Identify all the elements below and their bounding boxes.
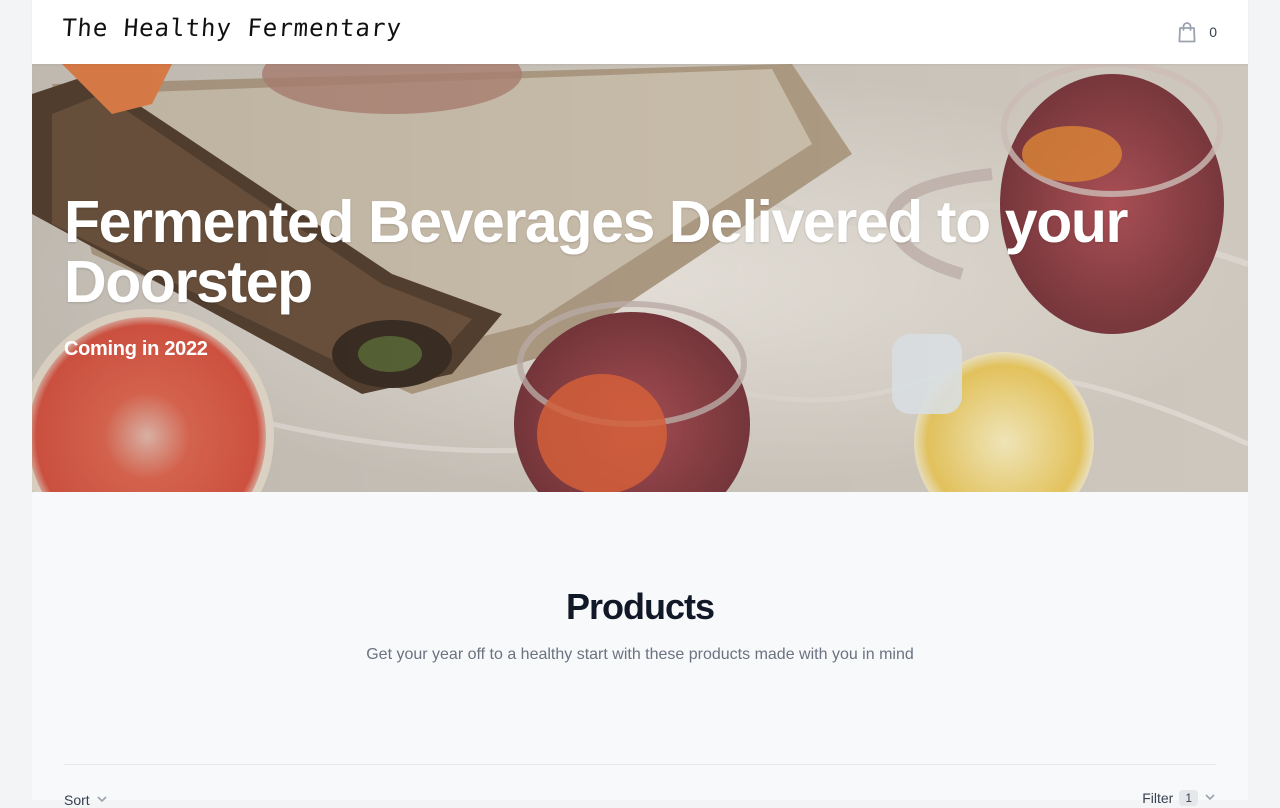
hero-title: Fermented Beverages Delivered to your Do… <box>64 189 1128 315</box>
cart-button[interactable]: 0 <box>1178 20 1217 44</box>
chevron-down-icon <box>1204 790 1216 806</box>
products-heading: Products <box>565 586 715 627</box>
filter-label: Filter <box>1142 790 1174 806</box>
hero-subtitle: Coming in 2022 <box>64 338 208 360</box>
filter-count-badge: 1 <box>1179 790 1198 806</box>
chevron-down-icon <box>96 792 108 808</box>
sort-label: Sort <box>64 792 90 808</box>
shopping-bag-icon <box>1178 21 1196 43</box>
page: The Healthy Fermentary 0 Fermented Bever… <box>32 0 1248 808</box>
site-header: The Healthy Fermentary 0 <box>32 0 1248 64</box>
section-divider <box>64 764 1216 765</box>
filter-dropdown[interactable]: Filter 1 <box>1142 790 1216 806</box>
products-description: Get your year off to a healthy start wit… <box>366 646 914 663</box>
sort-dropdown[interactable]: Sort <box>64 792 108 808</box>
cart-count: 0 <box>1209 24 1217 40</box>
site-logo[interactable]: The Healthy Fermentary <box>61 14 403 42</box>
hero-banner: Fermented Beverages Delivered to your Do… <box>32 64 1248 492</box>
